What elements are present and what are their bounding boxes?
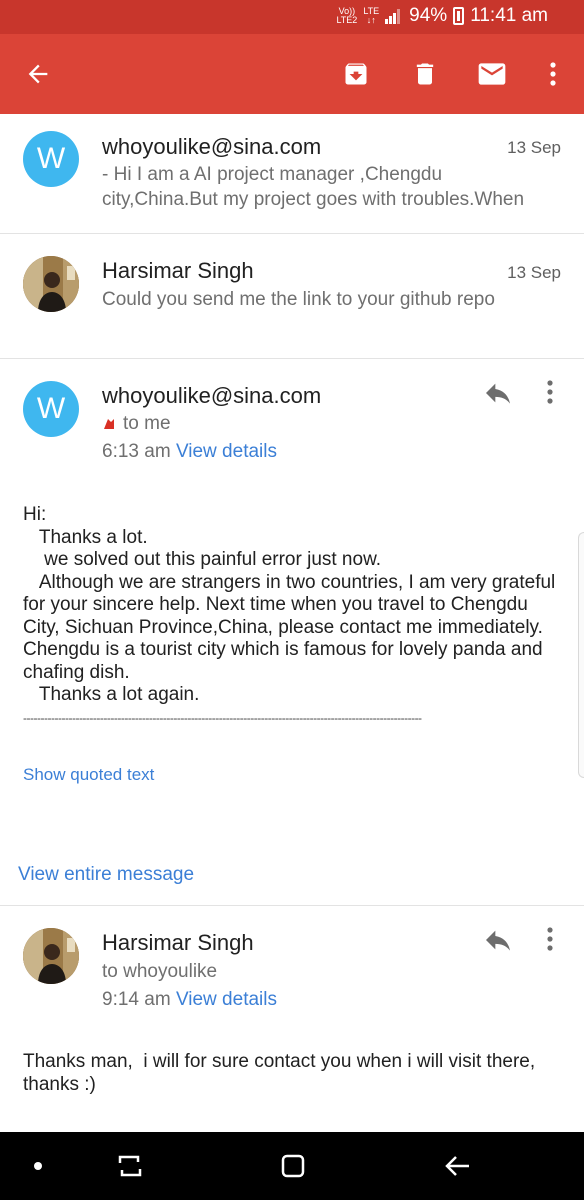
recipient-line: to me xyxy=(102,413,171,435)
expanded-message-1: W whoyoulike@sina.com to me 6:13 am View… xyxy=(0,359,584,906)
battery-icon xyxy=(453,7,465,25)
clock: 11:41 am xyxy=(470,5,548,26)
sender-name: Harsimar Singh xyxy=(102,258,254,283)
status-bar: Vo)) LTE2 LTE ↓↑ 94% 11:41 am xyxy=(0,0,584,34)
avatar: W xyxy=(23,381,79,437)
sender-name: Harsimar Singh xyxy=(102,930,254,955)
archive-icon[interactable] xyxy=(336,54,376,94)
volte-indicator: Vo)) LTE2 xyxy=(336,7,357,25)
message-time: 6:13 am xyxy=(102,441,171,462)
recipient: to whoyoulike xyxy=(102,961,218,982)
sender-name: whoyoulike@sina.com xyxy=(102,134,322,159)
lte-indicator: LTE ↓↑ xyxy=(363,6,380,25)
view-entire-message-link[interactable]: View entire message xyxy=(18,864,194,886)
delete-icon[interactable] xyxy=(405,54,445,94)
more-vert-icon[interactable] xyxy=(533,54,573,94)
back-arrow-icon[interactable] xyxy=(18,54,58,94)
reply-icon[interactable] xyxy=(482,924,514,956)
avatar-letter: W xyxy=(36,392,66,425)
reply-icon[interactable] xyxy=(482,377,514,409)
lte-label: LTE xyxy=(363,6,380,16)
message-snippet: - Hi I am a AI project manager ,Chengdu … xyxy=(102,164,525,210)
quote-divider: ----------------------------------------… xyxy=(23,711,422,725)
recent-apps-icon[interactable] xyxy=(110,1150,150,1182)
more-vert-icon[interactable] xyxy=(546,926,566,956)
message-snippet: Could you send me the link to your githu… xyxy=(102,289,495,310)
lte2-label: LTE2 xyxy=(336,15,358,25)
show-quoted-text-link[interactable]: Show quoted text xyxy=(23,765,154,785)
signal-icon xyxy=(385,8,403,24)
dot-icon[interactable] xyxy=(18,1150,58,1182)
app-toolbar xyxy=(0,34,584,114)
avatar-photo xyxy=(23,256,79,312)
message-body: Hi: Thanks a lot. we solved out this pai… xyxy=(23,504,556,705)
importance-marker-icon xyxy=(104,419,114,429)
view-details-link[interactable]: View details xyxy=(176,441,277,462)
more-vert-icon[interactable] xyxy=(546,379,566,409)
time-line: 9:14 am View details xyxy=(102,989,277,1011)
battery-percent: 94% xyxy=(409,5,448,26)
mark-unread-icon[interactable] xyxy=(472,54,512,94)
time-line: 6:13 am View details xyxy=(102,441,277,463)
avatar: W xyxy=(23,131,79,187)
avatar-photo xyxy=(23,928,79,984)
status-indicators: Vo)) LTE2 LTE ↓↑ 94% 11:41 am xyxy=(336,5,548,27)
sender-name: whoyoulike@sina.com xyxy=(102,383,322,408)
message-date: 13 Sep xyxy=(507,138,561,157)
recipient: to me xyxy=(123,413,171,434)
message-time: 9:14 am xyxy=(102,989,171,1010)
message-date: 13 Sep xyxy=(507,263,561,282)
home-icon[interactable] xyxy=(273,1150,313,1182)
thread-item-1[interactable]: W whoyoulike@sina.com 13 Sep - Hi I am a… xyxy=(0,114,584,234)
scroll-handle[interactable] xyxy=(578,532,584,778)
expanded-message-2: Harsimar Singh to whoyoulike 9:14 am Vie… xyxy=(0,906,584,1132)
thread-item-2[interactable]: Harsimar Singh 13 Sep Could you send me … xyxy=(0,234,584,359)
back-icon[interactable] xyxy=(437,1150,477,1182)
message-body: Thanks man, i will for sure contact you … xyxy=(23,1051,541,1095)
system-nav-bar xyxy=(0,1132,584,1200)
view-details-link[interactable]: View details xyxy=(176,989,277,1010)
avatar-letter: W xyxy=(36,142,66,175)
